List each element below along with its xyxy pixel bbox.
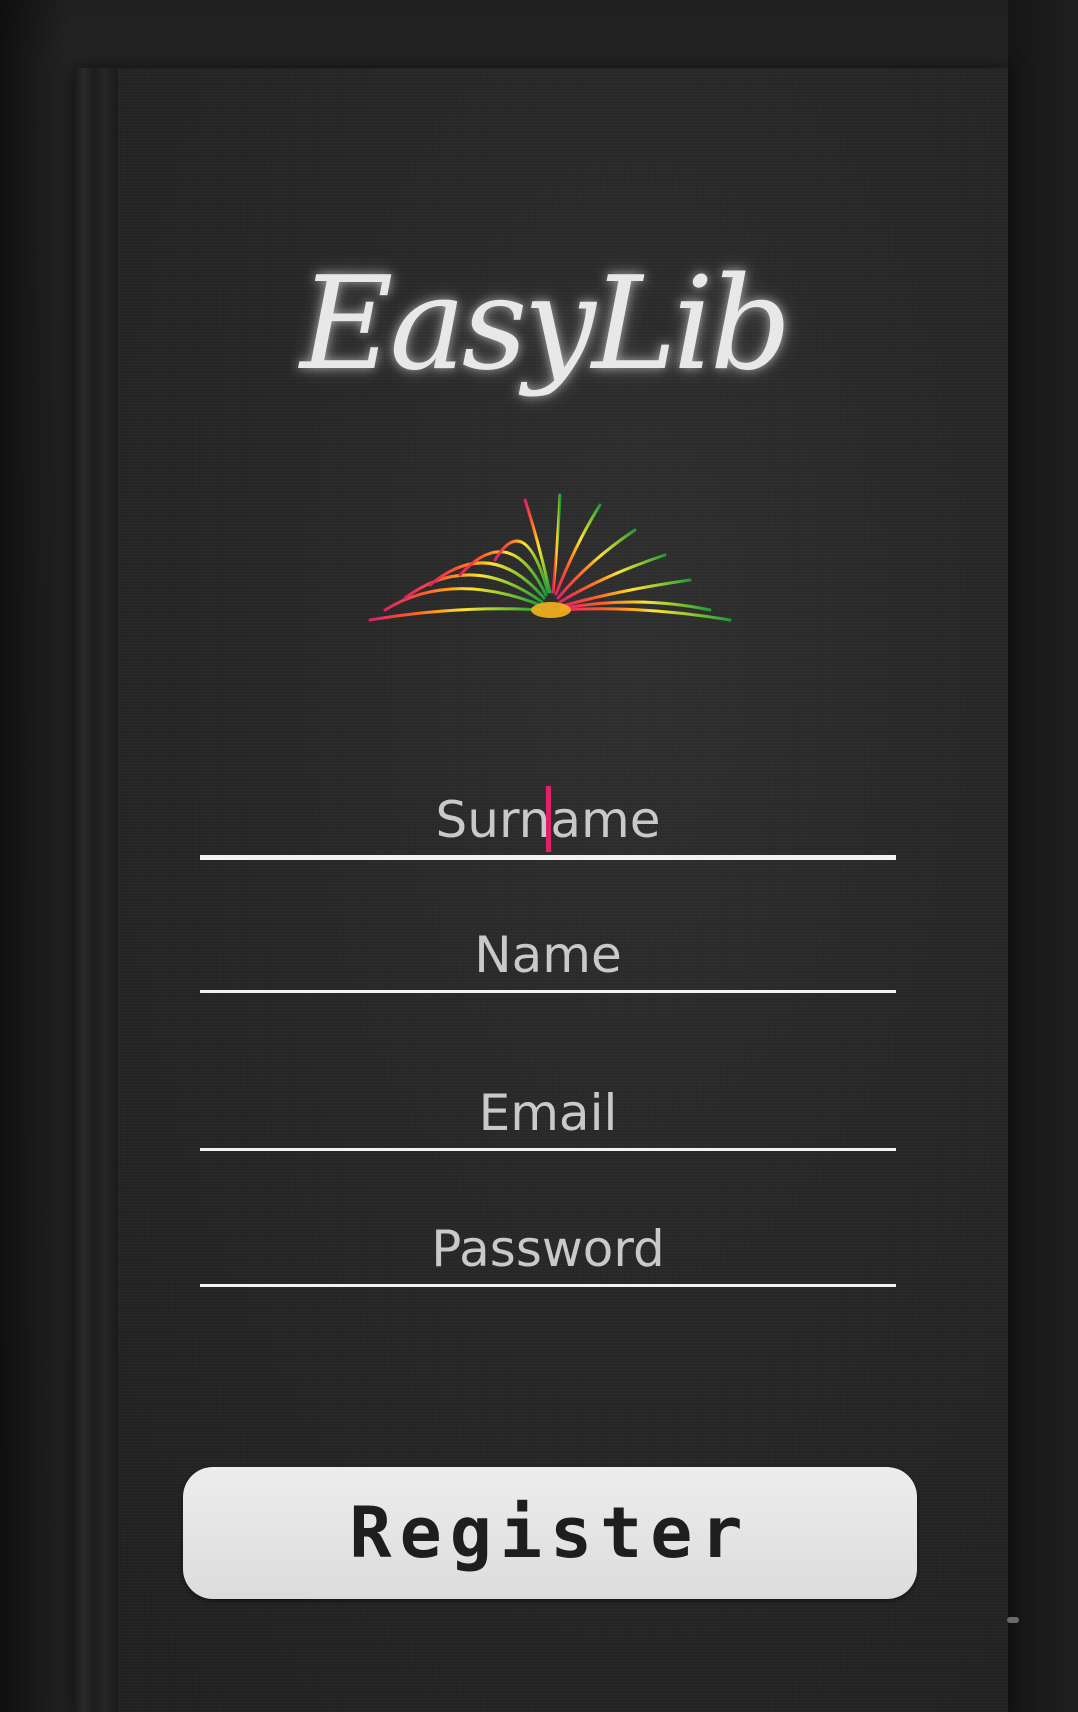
register-screen: EasyLib Surname Name Email Register [0, 0, 1078, 1712]
text-caret [546, 786, 551, 852]
book-spine [74, 68, 118, 1712]
app-logo: EasyLib [300, 250, 792, 399]
password-input[interactable] [200, 1214, 896, 1284]
password-field [200, 1214, 896, 1287]
screen-edge [1008, 0, 1078, 1712]
scroll-indicator [1007, 1617, 1019, 1623]
name-field [200, 920, 896, 993]
password-underline [200, 1284, 896, 1287]
email-input[interactable] [200, 1078, 896, 1148]
name-underline [200, 990, 896, 993]
open-book-icon [368, 493, 732, 622]
surname-underline [200, 855, 896, 860]
name-input[interactable] [200, 920, 896, 990]
email-underline [200, 1148, 896, 1151]
email-field [200, 1078, 896, 1151]
register-button[interactable]: Register [183, 1467, 917, 1599]
